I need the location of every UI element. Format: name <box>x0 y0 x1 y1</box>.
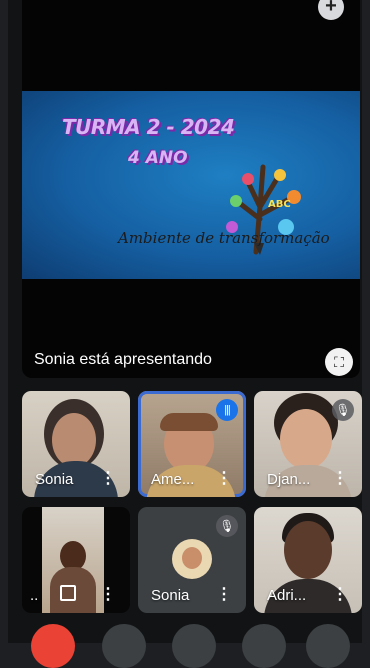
participant-face <box>52 413 96 467</box>
fullscreen-icon[interactable]: ⛶ <box>325 348 353 376</box>
screen-share-icon <box>60 585 76 601</box>
mic-off-icon: 🎙 <box>216 515 238 537</box>
participant-name: Sonia <box>35 471 74 488</box>
presenting-label: Sonia está apresentando <box>34 351 212 368</box>
slide-script-text: Ambiente de transformação <box>118 229 330 247</box>
slide-title: TURMA 2 - 2024 <box>62 115 235 139</box>
add-icon[interactable]: + <box>318 0 344 20</box>
shared-slide: TURMA 2 - 2024 4 ANO ABC Ambiente de tra… <box>22 91 360 279</box>
participant-face <box>280 409 332 469</box>
camera-button[interactable] <box>172 624 216 668</box>
participant-tile[interactable]: .. ⋮ <box>22 507 130 613</box>
more-controls-button[interactable] <box>306 624 350 668</box>
speaking-indicator-icon: ||| <box>216 399 238 421</box>
more-options-icon[interactable]: ⋮ <box>216 468 232 488</box>
participant-tile[interactable]: 🎙 Djan... ⋮ <box>254 391 362 497</box>
slide-subtitle: 4 ANO <box>128 148 188 168</box>
raise-hand-button[interactable] <box>242 624 286 668</box>
more-options-icon[interactable]: ⋮ <box>332 584 348 604</box>
call-controls <box>0 624 370 668</box>
participant-name: Djan... <box>267 471 311 488</box>
participant-face <box>284 521 332 579</box>
participant-tile[interactable]: 🎙 Sonia ⋮ <box>138 507 246 613</box>
more-options-icon[interactable]: ⋮ <box>216 584 232 604</box>
participant-tile[interactable]: Adri... ⋮ <box>254 507 362 613</box>
more-options-icon[interactable]: ⋮ <box>100 584 116 604</box>
more-options-icon[interactable]: ⋮ <box>100 468 116 488</box>
participant-tile[interactable]: Sonia ⋮ <box>22 391 130 497</box>
participant-name: .. <box>30 587 39 604</box>
participant-name: Sonia <box>151 587 190 604</box>
participant-hair <box>160 413 218 431</box>
presentation-view[interactable]: + TURMA 2 - 2024 4 ANO ABC Ambiente de t… <box>22 0 360 378</box>
more-options-icon[interactable]: ⋮ <box>332 468 348 488</box>
avatar-face <box>182 547 202 569</box>
mic-off-icon: 🎙 <box>332 399 354 421</box>
mic-button[interactable] <box>102 624 146 668</box>
participant-name: Adri... <box>267 587 307 604</box>
participant-name: Ame... <box>151 471 195 488</box>
end-call-button[interactable] <box>31 624 75 668</box>
tree-letters: ABC <box>268 199 291 210</box>
participant-tile-active-speaker[interactable]: ||| Ame... ⋮ <box>138 391 246 497</box>
